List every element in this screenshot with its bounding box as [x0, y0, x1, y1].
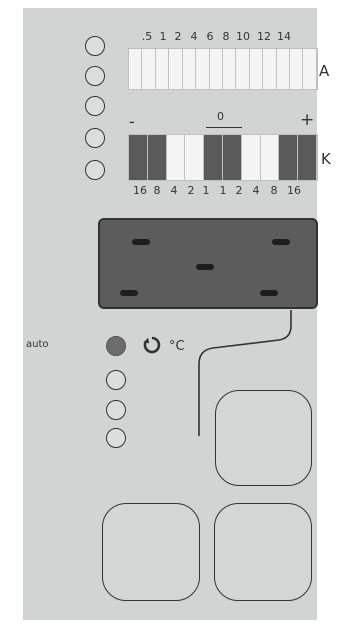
k-unit-label: K: [321, 150, 331, 168]
thermostat-panel: .5 1 2 4 6 8 10 12 14 A - 0 + K 16 8 4 2 1 1 2 4 8 16 aut…: [23, 8, 331, 620]
display-segment-middle: [196, 264, 214, 270]
led-display: [98, 218, 318, 309]
display-segment-bottom-left: [120, 290, 138, 296]
display-segment-top-left: [132, 239, 150, 245]
display-segment-top-right: [272, 239, 290, 245]
lower-left-button[interactable]: [102, 503, 200, 601]
lower-right-button[interactable]: [214, 503, 312, 601]
upper-right-button[interactable]: [215, 390, 312, 486]
a-unit-label: A: [319, 62, 330, 80]
display-segment-bottom-right: [260, 290, 278, 296]
